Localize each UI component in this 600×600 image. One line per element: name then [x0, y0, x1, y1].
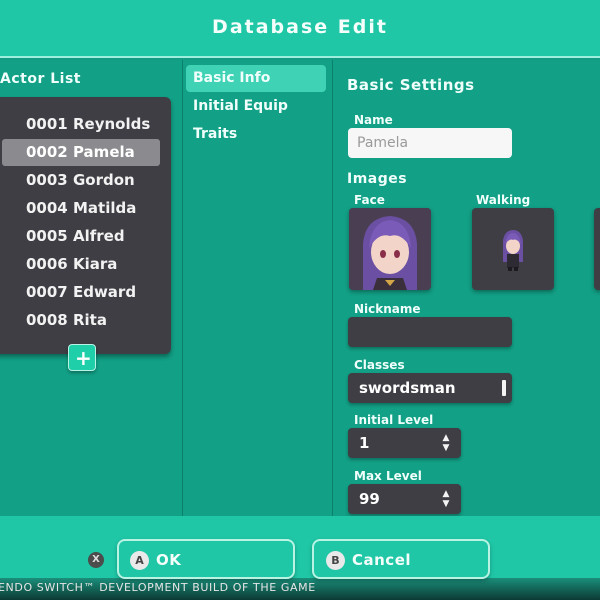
b-button-icon: B: [326, 551, 345, 570]
x-button-icon[interactable]: X: [88, 552, 104, 568]
ok-button[interactable]: A OK: [117, 539, 295, 579]
actor-list-item-selected[interactable]: 0002 Pamela: [2, 139, 160, 166]
walking-character-slot[interactable]: [472, 208, 554, 290]
basic-settings-heading: Basic Settings: [347, 76, 475, 94]
divider-left: [182, 60, 183, 516]
max-level-label: Max Level: [354, 469, 422, 483]
actor-list-panel[interactable]: 0001 Reynolds 0002 Pamela 0003 Gordon 00…: [0, 97, 171, 354]
ok-label: OK: [156, 551, 182, 569]
face-portrait: [349, 208, 431, 290]
actor-list-item[interactable]: 0008 Rita: [2, 307, 160, 334]
images-heading: Images: [347, 171, 408, 187]
walking-character-sprite: [503, 230, 523, 271]
max-level-value: 99: [359, 490, 380, 508]
face-label: Face: [354, 193, 385, 207]
max-level-stepper[interactable]: 99 ▲ ▼: [348, 484, 461, 514]
actor-list-item[interactable]: 0005 Alfred: [2, 223, 160, 250]
a-button-icon: A: [130, 551, 149, 570]
stepper-arrows-icon[interactable]: ▲ ▼: [441, 489, 451, 509]
classes-select[interactable]: swordsman: [348, 373, 512, 403]
development-build-watermark: ENDO SWITCH™ DEVELOPMENT BUILD OF THE GA…: [0, 581, 316, 594]
actor-list-item[interactable]: 0007 Edward: [2, 279, 160, 306]
next-image-slot[interactable]: [594, 208, 600, 290]
nickname-label: Nickname: [354, 302, 421, 316]
name-label: Name: [354, 113, 393, 127]
tab-traits[interactable]: Traits: [186, 121, 326, 148]
initial-level-stepper[interactable]: 1 ▲ ▼: [348, 428, 461, 458]
actor-list-item[interactable]: 0004 Matilda: [2, 195, 160, 222]
classes-value: swordsman: [359, 379, 456, 397]
face-image-slot[interactable]: [349, 208, 431, 290]
add-actor-button[interactable]: +: [68, 344, 96, 371]
stepper-arrows-icon[interactable]: ▲ ▼: [441, 433, 451, 453]
classes-label: Classes: [354, 358, 405, 372]
plus-icon: +: [75, 346, 92, 370]
page-title: Database Edit: [212, 16, 388, 38]
initial-level-label: Initial Level: [354, 413, 434, 427]
header-bar: Database Edit: [0, 0, 600, 58]
tab-initial-equip[interactable]: Initial Equip: [186, 93, 326, 120]
actor-list-item[interactable]: 0006 Kiara: [2, 251, 160, 278]
actor-list-item[interactable]: 0003 Gordon: [2, 167, 160, 194]
divider-right: [332, 60, 333, 516]
tab-basic-info[interactable]: Basic Info: [186, 65, 326, 92]
cancel-button[interactable]: B Cancel: [312, 539, 490, 579]
cancel-label: Cancel: [352, 551, 412, 569]
select-handle-icon: [502, 380, 506, 396]
actor-list-heading: Actor List: [0, 71, 81, 87]
initial-level-value: 1: [359, 434, 370, 452]
name-field[interactable]: Pamela: [348, 128, 512, 158]
actor-list-item[interactable]: 0001 Reynolds: [2, 111, 160, 138]
nickname-field[interactable]: [348, 317, 512, 347]
